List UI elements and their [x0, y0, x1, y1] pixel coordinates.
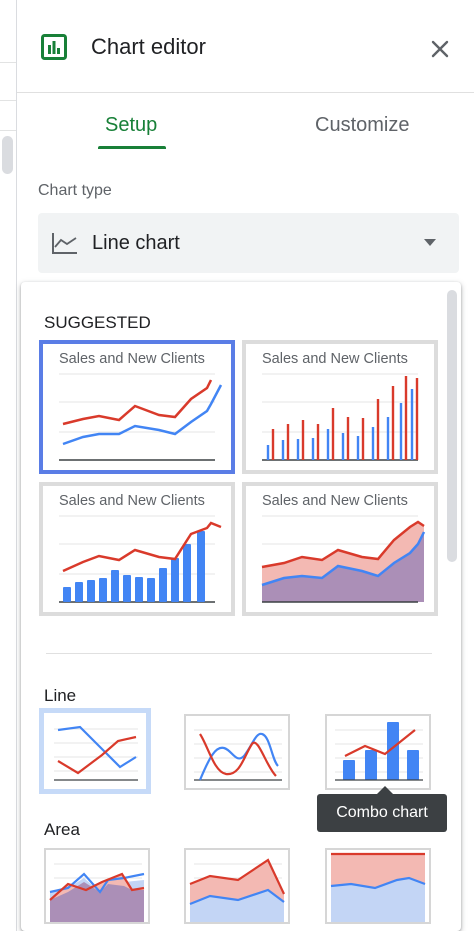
chart-type-label: Chart type [38, 182, 112, 199]
close-icon[interactable] [429, 38, 451, 60]
chart-type-dropdown[interactable]: Line chart [38, 213, 459, 273]
combo-chart-option[interactable] [325, 714, 431, 790]
suggested-heading: SUGGESTED [44, 313, 151, 332]
dropdown-arrow-icon [424, 239, 436, 246]
row-divider [0, 100, 16, 101]
sheet-scrollbar[interactable] [2, 136, 13, 174]
suggested-line-chart[interactable]: Sales and New Clients [39, 340, 235, 474]
chart-icon [41, 34, 67, 60]
spreadsheet-edge [0, 0, 17, 931]
tab-setup[interactable]: Setup [105, 114, 157, 137]
menu-divider [46, 653, 432, 654]
editor-title: Chart editor [91, 34, 206, 59]
chart-editor-panel: Chart editor Setup Customize Chart type … [17, 0, 474, 931]
stacked-area-thumb [189, 858, 285, 922]
area-section-heading: Area [44, 820, 80, 839]
chart-type-value: Line chart [92, 232, 180, 254]
100-stacked-area-thumb [330, 852, 426, 922]
area-chart-option[interactable] [44, 848, 150, 924]
line-chart-preview [59, 373, 223, 461]
smooth-line-chart-option[interactable] [184, 714, 290, 790]
row-divider [0, 130, 16, 131]
chart-type-menu: SUGGESTED Sales and New Clients Sales an… [21, 282, 461, 931]
combo-chart-thumb [335, 722, 423, 781]
smooth-line-thumb [194, 729, 282, 781]
active-tab-indicator [98, 146, 166, 149]
line-chart-icon [52, 233, 77, 254]
column-chart-preview [262, 373, 419, 461]
stacked-area-chart-option[interactable] [184, 848, 290, 924]
editor-header: Chart editor [17, 0, 474, 93]
combo-chart-preview [59, 515, 222, 603]
tab-customize[interactable]: Customize [315, 114, 409, 137]
suggested-combo-chart[interactable]: Sales and New Clients [39, 482, 235, 616]
tooltip-caret [377, 786, 393, 794]
line-chart-option[interactable] [39, 708, 151, 794]
area-chart-thumb [49, 863, 145, 922]
combo-chart-tooltip: Combo chart [317, 794, 447, 832]
line-chart-thumb [48, 717, 142, 785]
line-section-heading: Line [44, 686, 77, 705]
row-divider [0, 62, 16, 63]
suggested-area-chart[interactable]: Sales and New Clients [242, 482, 438, 616]
area-chart-preview [261, 515, 426, 603]
menu-scrollbar[interactable] [447, 290, 457, 562]
suggested-column-chart[interactable]: Sales and New Clients [242, 340, 438, 474]
100-stacked-area-chart-option[interactable] [325, 848, 431, 924]
